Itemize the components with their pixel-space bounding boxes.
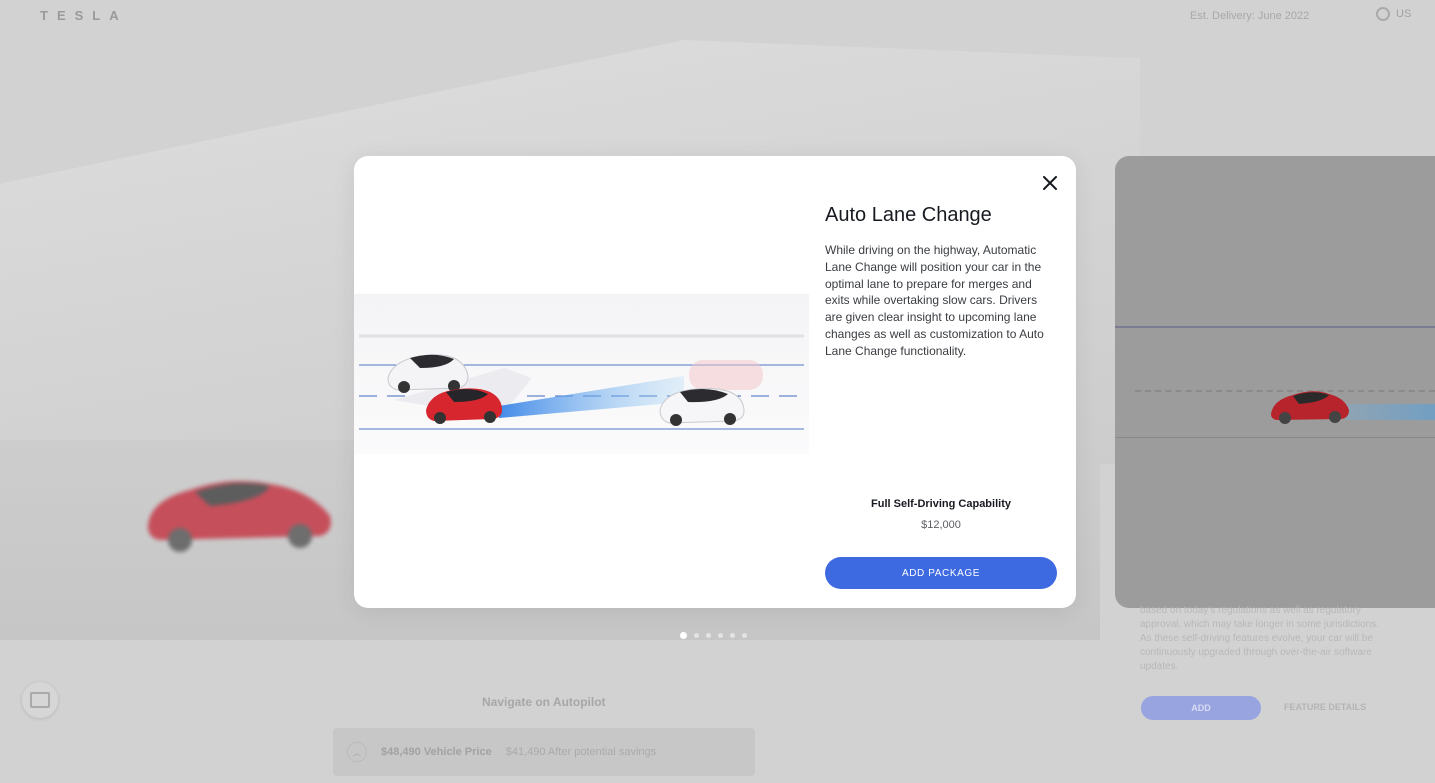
locale-label: US (1396, 8, 1412, 20)
carousel-dot[interactable] (694, 633, 699, 638)
globe-icon (1376, 7, 1390, 21)
chevron-up-icon[interactable]: ︿ (347, 742, 367, 762)
feature-title: Auto Lane Change (825, 204, 992, 226)
carousel-pagination (680, 632, 747, 639)
package-name: Full Self-Driving Capability (871, 498, 1011, 510)
close-button[interactable] (1038, 171, 1062, 195)
feature-modal: Auto Lane Change While driving on the hi… (354, 156, 1076, 608)
estimated-delivery: Est. Delivery: June 2022 (1190, 10, 1310, 22)
feature-details-link[interactable]: FEATURE DETAILS (1284, 702, 1366, 712)
next-feature-preview[interactable] (1115, 156, 1435, 608)
background-car-image (148, 481, 331, 552)
vehicle-price: $48,490 Vehicle Price (381, 746, 492, 758)
auto-lane-change-illustration (354, 294, 809, 454)
carousel-dot[interactable] (742, 633, 747, 638)
section-label: Navigate on Autopilot (482, 695, 606, 709)
carousel-dot[interactable] (680, 632, 687, 639)
package-price: $12,000 (921, 519, 961, 531)
chat-icon (30, 692, 50, 708)
carousel-dot[interactable] (730, 633, 735, 638)
close-icon (1043, 176, 1057, 190)
carousel-dot[interactable] (706, 633, 711, 638)
tesla-logo[interactable]: TESLA (40, 8, 128, 23)
red-car-image (1271, 391, 1349, 424)
price-summary-bar[interactable]: ︿ $48,490 Vehicle Price $41,490 After po… (333, 728, 755, 776)
chat-button[interactable] (22, 682, 58, 718)
add-package-button[interactable]: ADD PACKAGE (825, 557, 1057, 589)
carousel-dot[interactable] (718, 633, 723, 638)
locale-selector[interactable]: US (1376, 7, 1411, 21)
feature-description: While driving on the highway, Automatic … (825, 243, 1044, 358)
side-add-button[interactable]: ADD (1141, 696, 1261, 720)
road-line (1115, 437, 1435, 438)
sensor-beam (1345, 404, 1435, 420)
side-panel-description: based on today's regulations as well as … (1140, 605, 1379, 672)
road-line (1115, 326, 1435, 328)
after-savings-price: $41,490 After potential savings (505, 746, 657, 758)
